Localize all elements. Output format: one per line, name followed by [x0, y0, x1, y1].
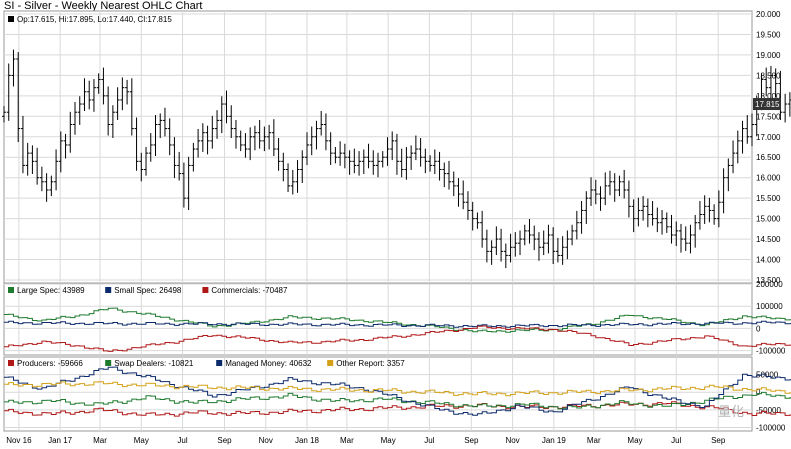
- legend-swatch: [202, 287, 209, 293]
- y-tick-label: 17.500: [756, 112, 781, 121]
- legend-swatch: [105, 287, 112, 293]
- x-tick-label: Jan 17: [48, 436, 73, 445]
- legend-label: Large Spec: 43989: [17, 286, 85, 295]
- legend-label: Managed Money: 40632: [225, 359, 312, 368]
- panel-frame: [3, 10, 753, 284]
- y-tick-label: 19.500: [756, 30, 781, 39]
- x-tick-label: Sep: [464, 436, 479, 445]
- legend-label: Producers: -59666: [17, 359, 83, 368]
- x-tick-label: Nov: [259, 436, 273, 445]
- legend-swatch-ohlc: [8, 16, 14, 22]
- y-tick-label: 16.000: [756, 174, 781, 183]
- x-tick-label: Nov 16: [6, 436, 32, 445]
- y-tick-label: 19.000: [756, 51, 781, 60]
- y-tick-label: 15.500: [756, 194, 781, 203]
- x-tick-label: Jul: [177, 436, 187, 445]
- x-tick-label: Sep: [711, 436, 726, 445]
- x-tick-label: Nov: [505, 436, 519, 445]
- watermark: 量化: [718, 404, 744, 419]
- legend-label: Commercials: -70487: [211, 286, 288, 295]
- last-price-label: 17.815: [755, 100, 780, 109]
- x-tick-label: Jan 19: [542, 436, 567, 445]
- legend-swatch: [8, 287, 14, 293]
- y-tick-label: 14.500: [756, 235, 781, 244]
- y-tick-label: 18.500: [756, 71, 781, 80]
- x-tick-label: Mar: [587, 436, 601, 445]
- y-tick-label: 20.000: [756, 10, 781, 19]
- ohlc-legend: Op:17.615, Hi:17.895, Lo:17.440, Cl:17.8…: [17, 15, 172, 24]
- x-tick-label: Jan 18: [295, 436, 320, 445]
- x-tick-label: May: [627, 436, 642, 445]
- legend-label: Swap Dealers: -10821: [114, 359, 194, 368]
- y-tick-label: 17.000: [756, 133, 781, 142]
- subchart-y-tick-label: 0: [756, 324, 761, 333]
- x-tick-label: Jul: [671, 436, 681, 445]
- chart-svg: Nov 16 Jan 17 Mar May Jul Sep Nov Jan 18 Mar May J…: [2, 10, 791, 445]
- x-tick-label: Mar: [340, 436, 354, 445]
- legend-swatch: [327, 360, 334, 366]
- x-tick-label: May: [134, 436, 149, 445]
- subchart-y-tick-label: -100000: [756, 347, 786, 356]
- legend-swatch: [105, 360, 112, 366]
- x-tick-label: Mar: [93, 436, 107, 445]
- legend-swatch: [8, 360, 14, 366]
- legend-label: Small Spec: 26498: [114, 286, 182, 295]
- y-tick-label: 16.500: [756, 153, 781, 162]
- legend-swatch: [216, 360, 223, 366]
- subchart-y-tick-label: 200000: [756, 280, 783, 289]
- y-tick-label: 14.000: [756, 256, 781, 265]
- x-tick-label: Sep: [217, 436, 232, 445]
- subchart-y-tick-label: -100000: [756, 423, 786, 432]
- x-tick-label: Jul: [424, 436, 434, 445]
- x-tick-label: May: [381, 436, 396, 445]
- legend-label: Other Report: 3357: [336, 359, 405, 368]
- subchart-y-tick-label: 100000: [756, 302, 783, 311]
- panel-frame: [3, 356, 753, 432]
- y-tick-label: 15.000: [756, 215, 781, 224]
